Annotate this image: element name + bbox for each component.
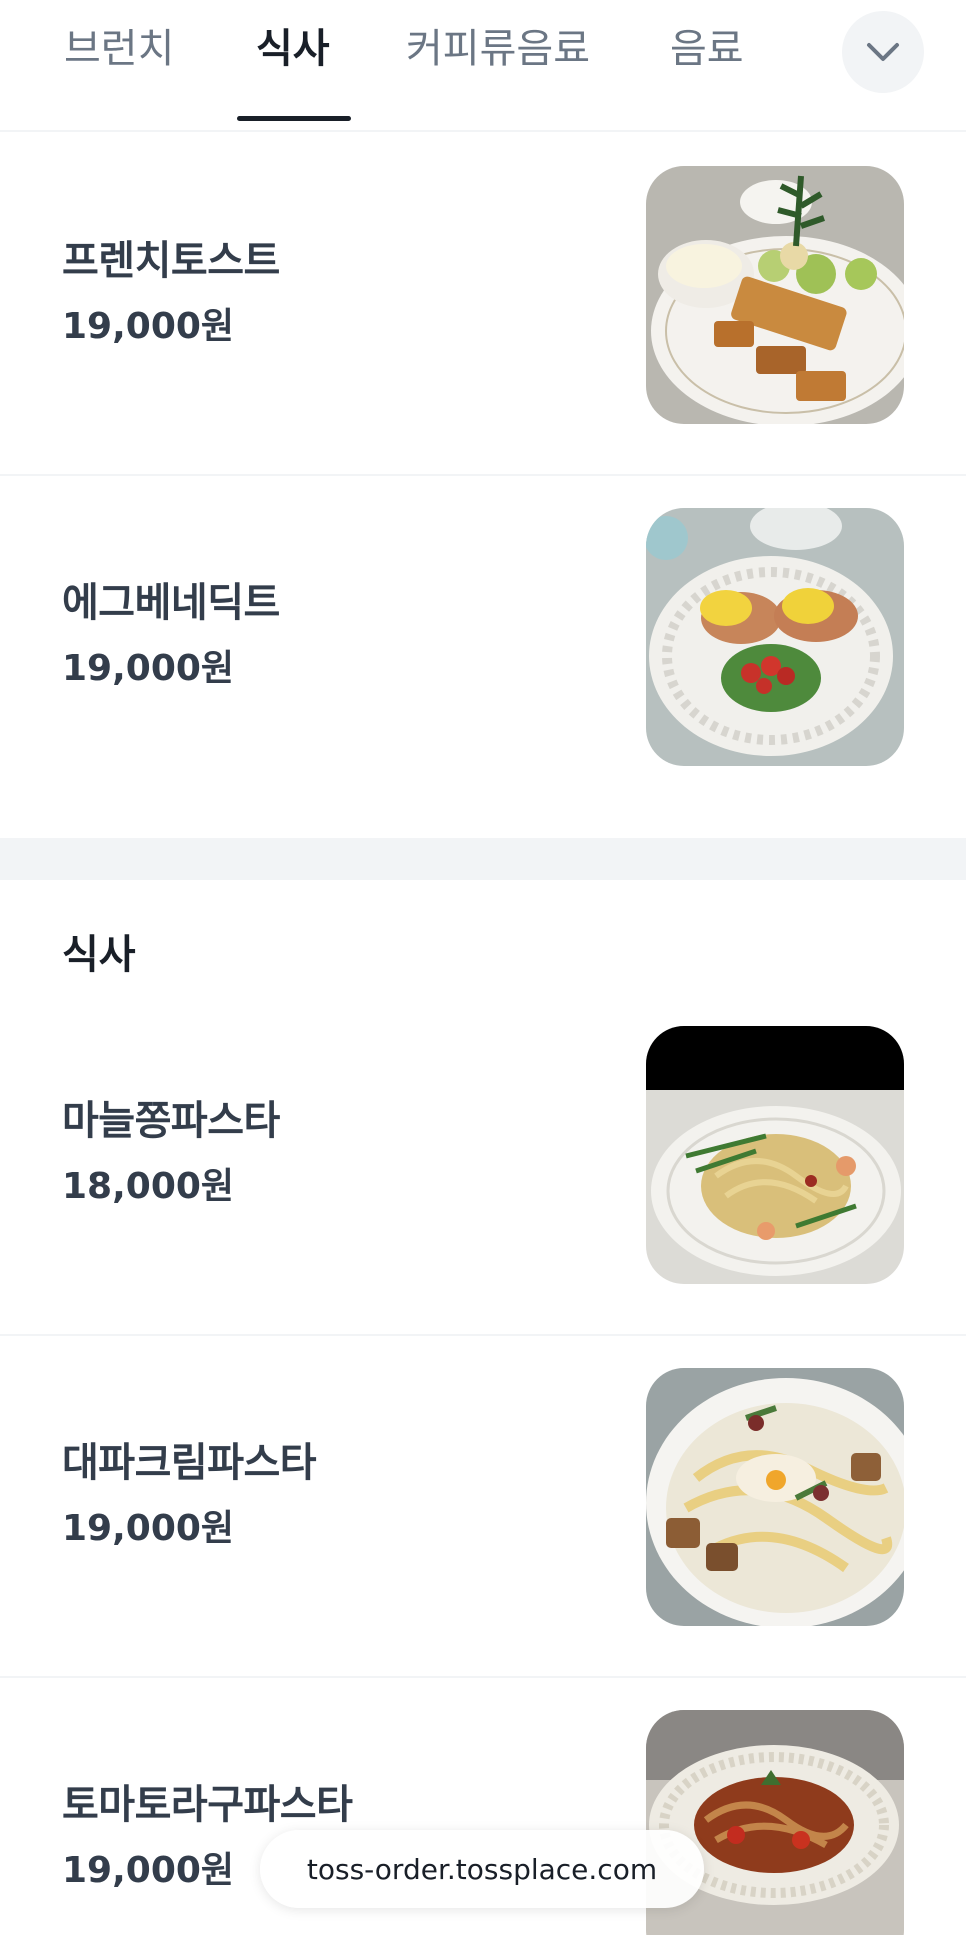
menu-item-price: 19,000원	[62, 1850, 235, 1891]
menu-item-garlic-scape-pasta[interactable]: 마늘쫑파스타 18,000원	[0, 994, 966, 1334]
chevron-down-icon	[867, 43, 899, 61]
tab-brunch[interactable]: 브런치	[64, 14, 174, 84]
site-url-text: toss-order.tossplace.com	[306, 1852, 658, 1886]
garlic-scape-pasta-photo	[646, 1026, 904, 1284]
menu-item-green-onion-cream-pasta[interactable]: 대파크림파스타 19,000원	[0, 1336, 966, 1676]
menu-item-french-toast[interactable]: 프렌치토스트 19,000원	[0, 134, 966, 474]
menu-item-name: 마늘쫑파스타	[62, 1098, 280, 1144]
menu-item-name: 프렌치토스트	[62, 238, 280, 284]
section-title: 식사	[62, 932, 136, 978]
site-url-bar[interactable]: toss-order.tossplace.com	[260, 1830, 704, 1908]
more-categories-button[interactable]	[842, 11, 924, 93]
tab-drinks[interactable]: 음료	[670, 14, 744, 84]
menu-page: 브런치 식사 커피류음료 음료 프렌치토스트 19,000원 에그베네딕트 19…	[0, 0, 966, 1935]
menu-item-price: 19,000원	[62, 306, 235, 347]
eggs-benedict-photo	[646, 508, 904, 766]
tab-meal[interactable]: 식사	[256, 14, 330, 84]
menu-item-name: 대파크림파스타	[62, 1440, 317, 1486]
section-separator	[0, 838, 966, 880]
menu-item-price: 18,000원	[62, 1166, 235, 1207]
french-toast-photo	[646, 166, 904, 424]
menu-item-price: 19,000원	[62, 648, 235, 689]
menu-item-price: 19,000원	[62, 1508, 235, 1549]
active-tab-indicator	[237, 116, 351, 121]
menu-item-name: 에그베네딕트	[62, 580, 280, 626]
green-onion-cream-pasta-photo	[646, 1368, 904, 1626]
menu-item-name: 토마토라구파스타	[62, 1782, 353, 1828]
category-tab-bar: 브런치 식사 커피류음료 음료	[0, 0, 966, 132]
tab-coffee-drinks[interactable]: 커피류음료	[406, 14, 590, 84]
menu-item-eggs-benedict[interactable]: 에그베네딕트 19,000원	[0, 476, 966, 838]
